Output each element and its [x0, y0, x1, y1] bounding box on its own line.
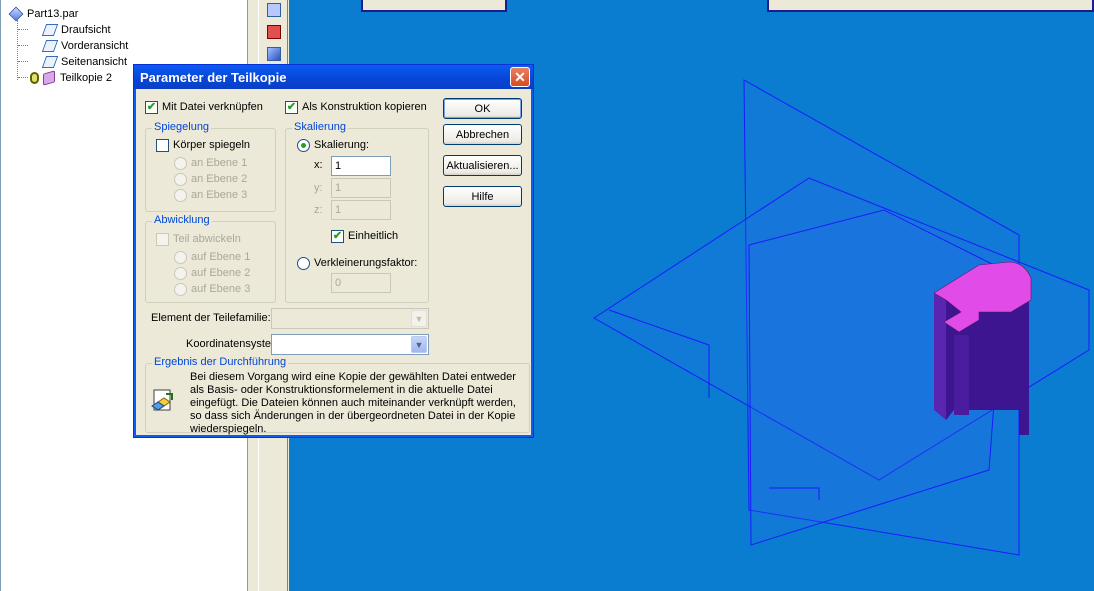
- reference-plane-icon: [41, 56, 59, 68]
- scale-x-value: 1: [335, 160, 342, 172]
- unfold-part-label: Teil abwickeln: [173, 233, 241, 245]
- mirror-body-checkbox[interactable]: [156, 139, 169, 152]
- unfold-plane-2-radio[interactable]: [174, 267, 187, 280]
- mirror-plane-2-radio[interactable]: [174, 173, 187, 186]
- unfold-plane-3-radio[interactable]: [174, 283, 187, 296]
- mirror-plane-3-radio[interactable]: [174, 189, 187, 202]
- toolbar-button-cube[interactable]: [264, 44, 284, 64]
- part-copy-parameters-dialog: Parameter der Teilkopie ✕ ✔ Mit Datei ve…: [133, 64, 534, 438]
- scale-y-value: 1: [335, 182, 342, 194]
- close-icon: ✕: [514, 69, 526, 85]
- family-member-label: Element der Teilefamilie:: [151, 312, 271, 324]
- coord-system-select[interactable]: ▼: [271, 334, 429, 355]
- as-construction-checkbox[interactable]: ✔: [285, 101, 298, 114]
- result-description: Bei diesem Vorgang wird eine Kopie der g…: [190, 371, 516, 435]
- coord-system-label: Koordinatensystem:: [186, 338, 284, 350]
- unfold-plane-3-label: auf Ebene 3: [191, 283, 251, 295]
- reduction-factor-input[interactable]: 0: [331, 273, 391, 293]
- unfold-part-checkbox[interactable]: [156, 233, 169, 246]
- tree-item-label: Seitenansicht: [61, 56, 128, 68]
- scaling-radio[interactable]: [297, 139, 310, 152]
- link-file-checkbox[interactable]: ✔: [145, 101, 158, 114]
- unfold-plane-2-label: auf Ebene 2: [191, 267, 251, 279]
- update-button[interactable]: Aktualisieren...: [443, 155, 522, 176]
- tree-connector: [18, 45, 28, 46]
- ok-button-label: OK: [474, 102, 491, 115]
- reduction-factor-label: Verkleinerungsfaktor:: [314, 257, 418, 269]
- mirror-plane-3-label: an Ebene 3: [191, 189, 248, 201]
- link-icon: [30, 72, 39, 84]
- tree-item-vorderansicht[interactable]: Vorderansicht: [41, 38, 129, 54]
- copy-part-info-icon: [151, 389, 173, 411]
- tree-connector: [18, 77, 28, 78]
- help-button-label: Hilfe: [471, 190, 494, 203]
- uniform-label: Einheitlich: [348, 230, 399, 242]
- help-button[interactable]: Hilfe: [443, 186, 522, 207]
- chevron-down-icon: ▼: [411, 310, 427, 327]
- tree-item-teilkopie[interactable]: Teilkopie 2: [30, 70, 112, 86]
- ok-button[interactable]: OK: [443, 98, 522, 119]
- dialog-title: Parameter der Teilkopie: [140, 69, 287, 85]
- reduction-factor-radio[interactable]: [297, 257, 310, 270]
- scale-y-label: y:: [314, 182, 323, 194]
- tree-item-label: Teilkopie 2: [60, 72, 112, 84]
- mirror-plane-1-label: an Ebene 1: [191, 157, 248, 169]
- scale-z-input[interactable]: 1: [331, 200, 391, 220]
- reference-plane-icon: [41, 40, 59, 52]
- cancel-button[interactable]: Abbrechen: [443, 124, 522, 145]
- family-member-select[interactable]: ▼: [271, 308, 429, 329]
- tree-item-seitenansicht[interactable]: Seitenansicht: [41, 54, 128, 70]
- result-group-title: Ergebnis der Durchführung: [152, 356, 289, 368]
- chevron-down-icon: ▼: [411, 336, 427, 353]
- tree-connector: [18, 29, 28, 30]
- mirror-plane-1-radio[interactable]: [174, 157, 187, 170]
- as-construction-label: Als Konstruktion kopieren: [302, 101, 427, 113]
- toolbar-button-sketch[interactable]: [264, 0, 284, 20]
- box-icon: [267, 25, 281, 39]
- reference-plane-icon: [41, 24, 59, 36]
- dialog-titlebar[interactable]: Parameter der Teilkopie ✕: [134, 65, 533, 89]
- mirror-group-title: Spiegelung: [152, 121, 212, 133]
- toolbar-button-box[interactable]: [264, 22, 284, 42]
- scale-x-input[interactable]: 1: [331, 156, 391, 176]
- link-file-label: Mit Datei verknüpfen: [162, 101, 263, 113]
- close-button[interactable]: ✕: [510, 67, 530, 87]
- unfold-plane-1-radio[interactable]: [174, 251, 187, 264]
- part-body: [933, 261, 1032, 435]
- cancel-button-label: Abbrechen: [455, 128, 510, 141]
- scale-y-input[interactable]: 1: [331, 178, 391, 198]
- update-button-label: Aktualisieren...: [446, 159, 519, 172]
- part-file-icon: [8, 6, 24, 22]
- part-copy-icon: [43, 70, 55, 86]
- tree-item-label: Vorderansicht: [61, 40, 129, 52]
- tree-item-draufsicht[interactable]: Draufsicht: [41, 22, 111, 38]
- tree-connector: [18, 61, 28, 62]
- unfold-group-title: Abwicklung: [152, 214, 212, 226]
- tree-item-root[interactable]: Part13.par: [8, 6, 79, 22]
- unfold-plane-1-label: auf Ebene 1: [191, 251, 251, 263]
- mirror-body-label: Körper spiegeln: [173, 139, 251, 151]
- mirror-plane-2-label: an Ebene 2: [191, 173, 248, 185]
- uniform-checkbox[interactable]: ✔: [331, 230, 344, 243]
- cube-icon: [267, 47, 281, 61]
- scale-z-label: z:: [314, 204, 323, 216]
- scale-x-label: x:: [314, 159, 323, 171]
- scaling-radio-label: Skalierung:: [314, 139, 370, 151]
- scaling-group-title: Skalierung: [292, 121, 348, 133]
- sketch-icon: [267, 3, 281, 17]
- tree-item-label: Part13.par: [27, 8, 79, 20]
- reduction-factor-value: 0: [335, 277, 342, 289]
- tree-item-label: Draufsicht: [61, 24, 111, 36]
- scale-z-value: 1: [335, 204, 342, 216]
